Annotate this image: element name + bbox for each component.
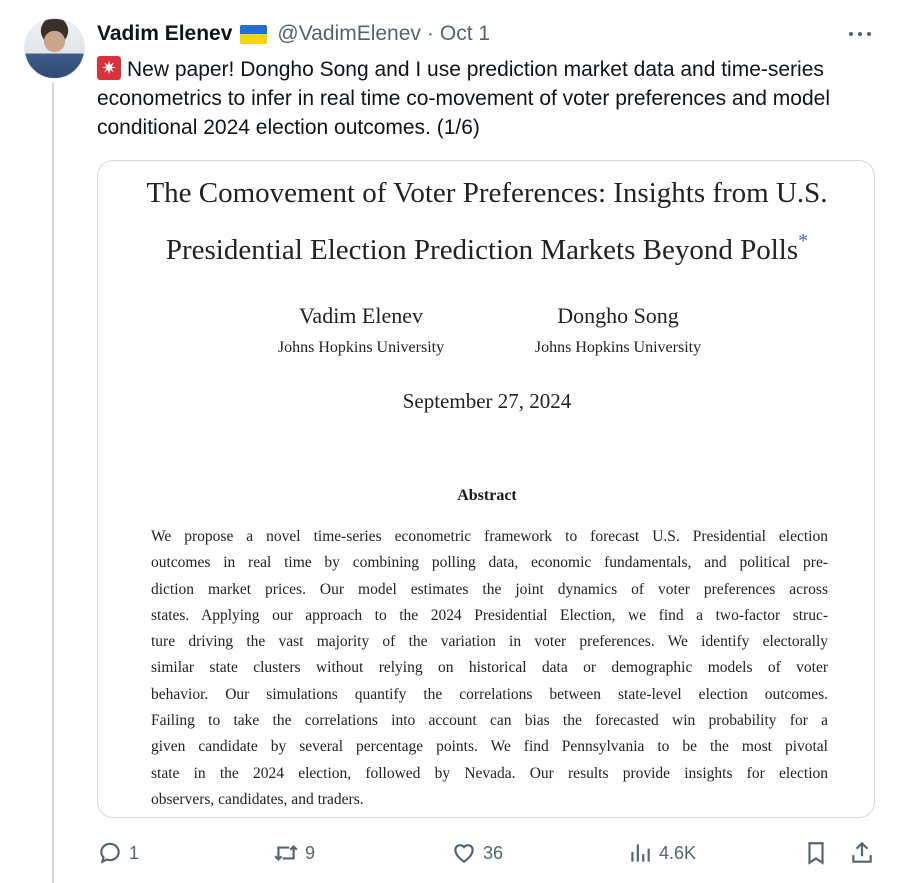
paper-title-line-1: The Comovement of Voter Preferences: Ins… bbox=[146, 177, 828, 209]
retweet-button[interactable]: 9 bbox=[273, 836, 315, 870]
abstract-heading: Abstract bbox=[457, 487, 517, 504]
tweet-media-image[interactable]: The Comovement of Voter Preferences: Ins… bbox=[97, 160, 875, 818]
views-button[interactable]: 4.6K bbox=[627, 836, 696, 870]
tweet-date[interactable]: Oct 1 bbox=[440, 22, 490, 46]
reply-icon bbox=[100, 842, 120, 864]
author-2: Dongho Song Johns Hopkins University bbox=[503, 303, 733, 357]
abstract-line: behavior. Our simulations quantify the c… bbox=[151, 685, 828, 703]
paper-title-line-2: Presidential Election Prediction Markets… bbox=[165, 230, 809, 266]
author-1: Vadim Elenev Johns Hopkins University bbox=[246, 303, 476, 357]
tweet-actions: 1 9 36 4.6K bbox=[97, 836, 877, 870]
bar-chart-icon bbox=[631, 844, 650, 862]
title-footnote-mark: * bbox=[798, 230, 809, 252]
author-affiliation: Johns Hopkins University bbox=[277, 339, 445, 356]
abstract-line: states. Applying our approach to the 202… bbox=[151, 606, 828, 624]
bookmark-button[interactable] bbox=[803, 836, 829, 870]
like-count: 36 bbox=[483, 842, 504, 863]
abstract-line: similar state clusters without relying o… bbox=[151, 659, 828, 677]
separator-dot: · bbox=[426, 22, 434, 45]
abstract-line: ture driving the vast majority of the va… bbox=[151, 633, 828, 651]
thread-line bbox=[52, 82, 54, 883]
bookmark-icon bbox=[808, 842, 824, 865]
abstract-body: We propose a novel time-series econometr… bbox=[151, 524, 828, 813]
display-name[interactable]: Vadim Elenev bbox=[97, 22, 232, 46]
abstract-line: We propose a novel time-series econometr… bbox=[151, 528, 828, 545]
views-count: 4.6K bbox=[659, 842, 697, 863]
handle[interactable]: @VadimElenev bbox=[277, 22, 421, 46]
reply-count: 1 bbox=[129, 842, 140, 863]
author-name: Dongho Song bbox=[557, 303, 679, 328]
reply-button[interactable]: 1 bbox=[97, 836, 139, 870]
paper-title: The Comovement of Voter Preferences: Ins… bbox=[98, 169, 874, 274]
paper-date: September 27, 2024 bbox=[402, 389, 572, 413]
rotating-light-icon bbox=[97, 56, 121, 80]
tweet-text: New paper! Dongho Song and I use predict… bbox=[97, 55, 877, 142]
tweet-header: Vadim Elenev @VadimElenev · Oct 1 bbox=[97, 20, 490, 48]
more-options-icon[interactable] bbox=[846, 24, 874, 44]
ukraine-flag-icon bbox=[240, 24, 268, 44]
abstract-line: outcomes in real time by combining polli… bbox=[151, 554, 828, 572]
author-name: Vadim Elenev bbox=[298, 303, 424, 328]
abstract-line: diction market prices. Our model estimat… bbox=[151, 580, 828, 598]
abstract-line: state in the 2024 election, followed by … bbox=[151, 764, 828, 782]
avatar[interactable] bbox=[24, 18, 85, 79]
share-button[interactable] bbox=[849, 836, 875, 870]
retweet-icon bbox=[274, 844, 298, 862]
author-affiliation: Johns Hopkins University bbox=[534, 339, 702, 356]
retweet-count: 9 bbox=[305, 842, 316, 863]
heart-icon bbox=[454, 844, 474, 863]
abstract-line: observers, candidates, and traders. bbox=[151, 790, 364, 808]
abstract-line: given candidate by several percentage po… bbox=[151, 738, 828, 756]
like-button[interactable]: 36 bbox=[451, 836, 503, 870]
abstract-line: Failing to take the correlations into ac… bbox=[151, 712, 828, 730]
share-icon bbox=[852, 841, 872, 863]
tweet-body: New paper! Dongho Song and I use predict… bbox=[97, 58, 831, 139]
